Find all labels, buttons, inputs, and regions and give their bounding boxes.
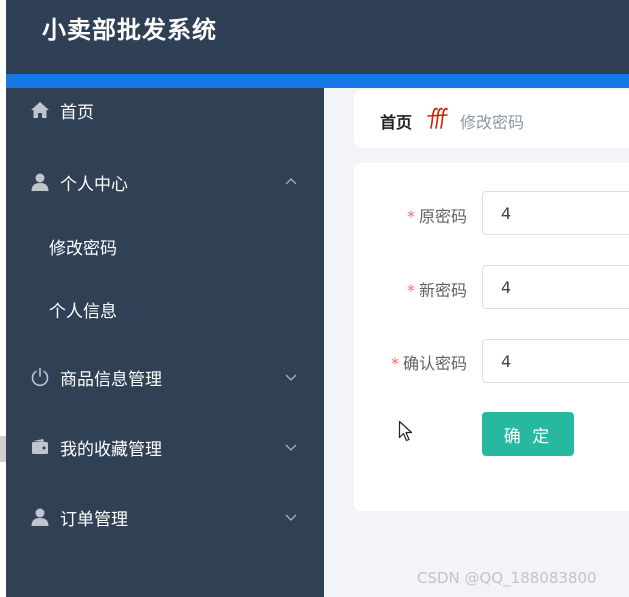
sidebar-item-personal-center[interactable]: 个人中心 (6, 160, 324, 204)
breadcrumb-home[interactable]: 首页 (380, 109, 412, 133)
sidebar-subitem-label: 个人信息 (49, 301, 117, 322)
old-password-label: * 原密码 (406, 207, 467, 226)
app-title: 小卖部批发系统 (42, 16, 217, 44)
sidebar-item-favorites-management[interactable]: 我的收藏管理 (6, 425, 324, 469)
required-mark: * (406, 207, 415, 226)
user-icon (30, 172, 50, 192)
breadcrumb-current: 修改密码 (460, 113, 525, 132)
wallet-icon (30, 437, 50, 457)
sidebar-item-label: 订单管理 (60, 509, 128, 530)
confirm-button[interactable]: 确 定 (482, 412, 574, 456)
sidebar-item-label: 个人中心 (60, 174, 128, 195)
old-password-input[interactable] (482, 191, 629, 235)
header-accent-bar (6, 74, 629, 88)
sidebar-item-product-management[interactable]: 商品信息管理 (6, 355, 324, 399)
chevron-up-icon (285, 178, 297, 185)
app-header: 小卖部批发系统 (6, 0, 629, 74)
mouse-cursor-icon (398, 420, 413, 442)
sidebar-item-label: 我的收藏管理 (60, 439, 162, 460)
user-icon (30, 507, 50, 527)
sidebar-item-label: 商品信息管理 (60, 369, 162, 390)
chevron-down-icon (285, 444, 297, 451)
watermark: CSDN @QQ_188083800 (417, 569, 597, 587)
fff-icon (427, 107, 448, 129)
new-password-label: * 新密码 (406, 281, 467, 300)
power-icon (30, 367, 50, 387)
change-password-form: *原密码 *新密码 *确认密码 确 定 (354, 163, 629, 511)
sidebar-subitem-change-password[interactable]: 修改密码 (6, 224, 324, 268)
required-mark: * (390, 354, 399, 373)
home-icon (30, 100, 50, 120)
sidebar-subitem-label: 修改密码 (49, 238, 117, 259)
sidebar-item-label: 首页 (60, 102, 94, 123)
confirm-password-input[interactable] (482, 339, 629, 383)
new-password-input[interactable] (482, 265, 629, 309)
sidebar-item-order-management[interactable]: 订单管理 (6, 495, 324, 539)
chevron-down-icon (285, 514, 297, 521)
confirm-password-label: * 确认密码 (390, 354, 467, 373)
required-mark: * (406, 281, 415, 300)
chevron-down-icon (285, 374, 297, 381)
sidebar-subitem-personal-info[interactable]: 个人信息 (6, 287, 324, 331)
sidebar: 首页 个人中心 修改密码 个人信息 商品信息管理 我的收藏管理 订单管理 (6, 88, 324, 597)
breadcrumb: 首页 修改密码 (354, 90, 629, 148)
sidebar-item-home[interactable]: 首页 (6, 88, 324, 132)
